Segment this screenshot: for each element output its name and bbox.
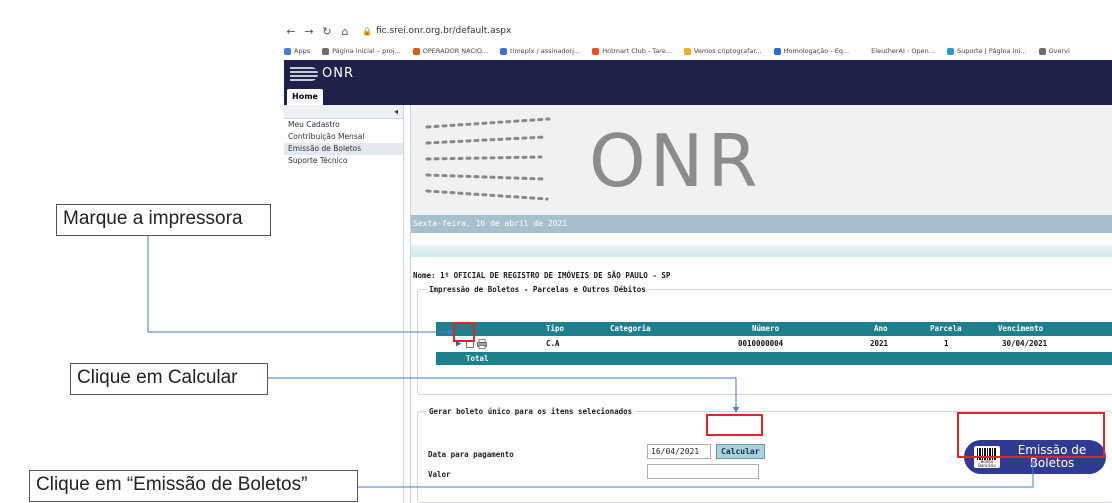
sidebar-item[interactable]: Meu Cadastro	[284, 119, 403, 131]
callout-emissao: Clique em “Emissão de Boletos”	[29, 470, 358, 502]
tab-row: Home	[284, 87, 1112, 105]
col-vencimento: Vencimento	[998, 324, 1044, 333]
bookmark-favicon-icon	[412, 47, 420, 55]
bookmark-label: timepix / assinadorj...	[509, 47, 581, 55]
sidebar-collapse-button[interactable]: ◂	[284, 105, 403, 119]
valor-label: Valor	[428, 470, 451, 479]
sidebar: ◂ Meu Cadastro Contribuição Mensal Emissão…	[284, 105, 404, 503]
printer-icon[interactable]	[477, 339, 487, 349]
table-row[interactable]: ▶ C.A 0010000004 2021 1 30/04/2021 3	[436, 336, 1112, 352]
app-logo-text: ONR	[322, 66, 354, 81]
cell-parcela: 1	[944, 339, 949, 348]
data-pagamento-input[interactable]: 16/04/2021	[647, 444, 711, 459]
bookmark-item[interactable]: timepix / assinadorj...	[499, 47, 581, 55]
bookmark-favicon-icon	[683, 47, 691, 55]
highlight-emissao	[957, 412, 1105, 458]
data-pagamento-label: Data para pagamento	[428, 450, 514, 459]
separator-band	[411, 245, 1112, 257]
sidebar-item[interactable]: Contribuição Mensal	[284, 131, 403, 143]
banner-title: ONR	[589, 119, 762, 203]
valor-input[interactable]	[647, 464, 759, 479]
cell-tipo: C.A	[546, 339, 560, 348]
bookmark-item[interactable]: Overvi	[1038, 47, 1070, 55]
url-text[interactable]: fic.srei.onr.org.br/default.aspx	[376, 26, 511, 36]
reload-icon[interactable]: ↻	[320, 25, 334, 38]
barcode-caption: Boleto Bancário	[978, 459, 996, 468]
boletos-grid: Tipo Categoria Número Ano Parcela Vencim…	[436, 322, 1112, 365]
col-categoria: Categoria	[610, 324, 651, 333]
forward-arrow-icon[interactable]: →	[302, 25, 316, 38]
sidebar-menu: Meu Cadastro Contribuição Mensal Emissão d…	[284, 119, 403, 167]
callout-impressora: Marque a impressora	[56, 204, 271, 236]
bookmark-label: Hotmart Club - Tare...	[602, 47, 672, 55]
cell-vencimento: 30/04/2021	[1002, 339, 1048, 348]
sidebar-item[interactable]: Suporte Técnico	[284, 155, 403, 167]
address-bar: ← → ↻ ⌂ 🔒 fic.srei.onr.org.br/default.as…	[284, 20, 1112, 42]
emissao-line2: Boletos	[1029, 456, 1075, 470]
sidebar-item[interactable]: Emissão de Boletos	[284, 143, 403, 155]
cell-ano: 2021	[870, 339, 889, 348]
back-arrow-icon[interactable]: ←	[284, 25, 298, 38]
banner: ONR	[411, 105, 1112, 215]
total-label: Total	[466, 354, 489, 363]
col-numero: Número	[752, 324, 780, 333]
bookmark-item[interactable]: Suporte | Página ini...	[946, 47, 1027, 55]
bookmark-label: Homologação - Eq...	[783, 47, 850, 55]
home-icon[interactable]: ⌂	[338, 25, 352, 38]
calcular-button[interactable]: Calcular	[716, 444, 765, 459]
lock-icon: 🔒	[362, 26, 372, 36]
date-band: Sexta-feira, 16 de abril de 2021	[411, 215, 1112, 233]
bookmark-label: Overvi	[1048, 47, 1070, 55]
onr-logo-icon	[290, 66, 318, 81]
impressao-fieldset: Impressão de Boletos - Parcelas e Outros…	[417, 285, 1112, 395]
grid-header: Tipo Categoria Número Ano Parcela Vencim…	[436, 322, 1112, 336]
bookmark-favicon-icon	[322, 47, 330, 55]
bookmark-item[interactable]: Página inicial – proj...	[322, 47, 401, 55]
bookmark-label: OPERADOR NACIO...	[422, 47, 488, 55]
impressao-legend: Impressão de Boletos - Parcelas e Outros…	[429, 285, 646, 294]
bookmarks-bar: Apps Página inicial – proj... OPERADOR NAC…	[284, 44, 1112, 58]
grid-total-row: Total 3	[436, 352, 1112, 365]
bookmark-favicon-icon	[773, 47, 781, 55]
highlight-checkbox	[453, 322, 475, 342]
bookmark-label: Vemos criptografar...	[693, 47, 762, 55]
bookmark-item[interactable]: Vemos criptografar...	[683, 47, 762, 55]
bookmark-favicon-icon	[861, 47, 869, 55]
col-ano: Ano	[874, 324, 888, 333]
bookmark-favicon-icon	[592, 47, 600, 55]
bookmark-item[interactable]: OPERADOR NACIO...	[412, 47, 488, 55]
col-parcela: Parcela	[930, 324, 962, 333]
tab-home[interactable]: Home	[287, 89, 323, 105]
bookmark-item[interactable]: Hotmart Club - Tare...	[592, 47, 672, 55]
highlight-calcular	[706, 414, 763, 436]
bookmark-favicon-icon	[499, 47, 507, 55]
bookmark-item[interactable]: Apps	[284, 47, 310, 55]
bookmark-favicon-icon	[946, 47, 954, 55]
nome-label: Nome: 1º OFICIAL DE REGISTRO DE IMÓVEIS …	[413, 271, 671, 280]
bookmark-label: Apps	[294, 47, 311, 55]
col-tipo: Tipo	[546, 324, 565, 333]
bookmark-label: Página inicial – proj...	[332, 47, 401, 55]
bookmark-favicon-icon	[284, 47, 291, 55]
callout-calcular: Clique em Calcular	[70, 363, 268, 395]
bookmark-favicon-icon	[1038, 47, 1046, 55]
onr-banner-logo-icon	[425, 117, 551, 201]
bookmark-item[interactable]: EleutherAI - Open...	[861, 47, 935, 55]
bookmark-label: EleutherAI - Open...	[871, 47, 935, 55]
cell-numero: 0010000004	[738, 339, 784, 348]
bookmark-item[interactable]: Homologação - Eq...	[773, 47, 850, 55]
bookmark-label: Suporte | Página ini...	[956, 47, 1027, 55]
gerar-boleto-legend: Gerar boleto único para os itens selecio…	[429, 407, 633, 416]
app-header: ONR	[284, 60, 1112, 87]
